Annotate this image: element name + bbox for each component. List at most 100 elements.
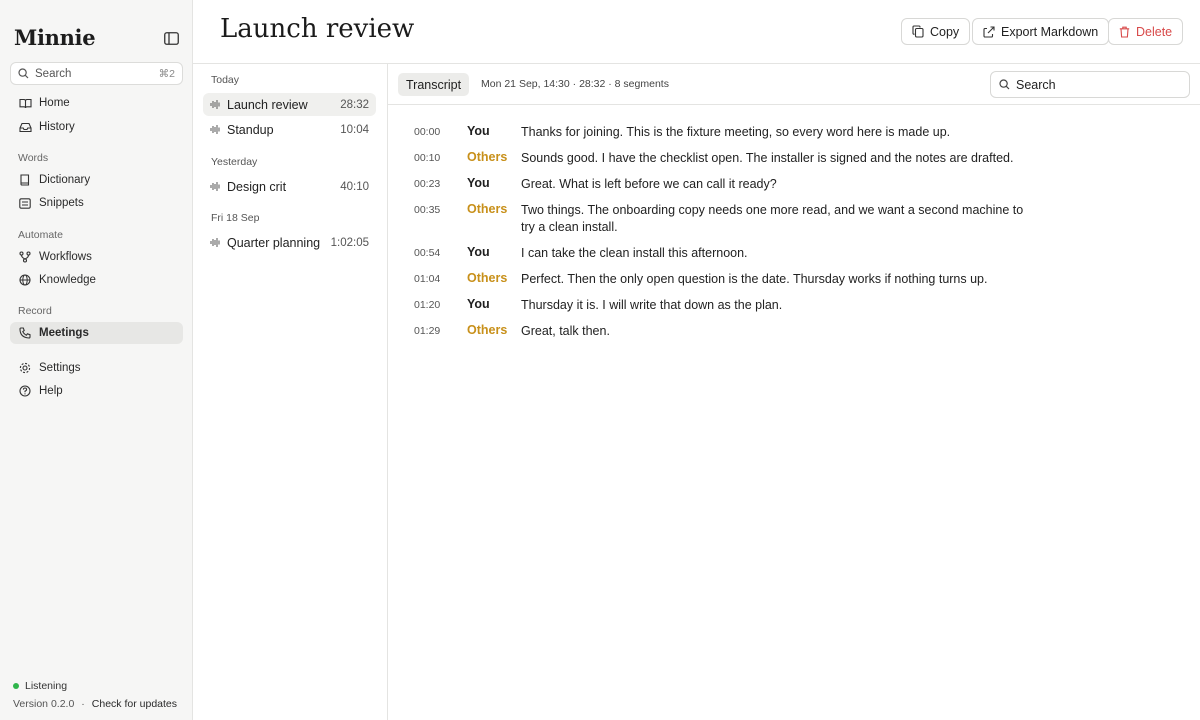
inbox-icon <box>18 120 32 134</box>
segment-text: Great. What is left before we can call i… <box>521 177 777 191</box>
sidebar-item-label: History <box>39 121 75 133</box>
trash-icon <box>1119 26 1130 38</box>
segment-speaker: You <box>467 297 490 311</box>
book-icon <box>18 96 32 110</box>
meeting-name: Design crit <box>227 179 287 194</box>
segment-text: Perfect. Then the only open question is … <box>521 272 988 286</box>
sidebar-item-settings[interactable]: Settings <box>10 357 183 379</box>
meeting-name: Launch review <box>227 97 308 112</box>
export-markdown-button[interactable]: Export Markdown <box>972 18 1110 45</box>
meeting-name: Quarter planning <box>227 235 321 250</box>
sidebar-item-knowledge[interactable]: Knowledge <box>10 269 183 291</box>
segment-speaker: Others <box>467 202 508 216</box>
segment-time: 00:35 <box>414 204 441 216</box>
transcript-search[interactable] <box>990 71 1190 98</box>
page-title: Launch review <box>220 14 415 44</box>
delete-button-label: Delete <box>1136 24 1173 39</box>
app-logo: Minnie <box>14 25 96 50</box>
check-updates-link[interactable]: Check for updates <box>92 698 177 710</box>
phone-icon <box>18 326 32 340</box>
meeting-item-quarter-planning[interactable]: Quarter planning 1:02:05 <box>203 231 376 254</box>
segment-speaker: Others <box>467 271 508 285</box>
meeting-name: Standup <box>227 122 274 137</box>
sidebar-item-workflows[interactable]: Workflows <box>10 246 183 268</box>
sidebar-item-help[interactable]: Help <box>10 380 183 402</box>
segment-text: Thanks for joining. This is the fixture … <box>521 125 951 139</box>
sidebar-item-label: Home <box>39 97 70 109</box>
sidebar-item-history[interactable]: History <box>10 116 183 138</box>
sidebar-item-label: Workflows <box>39 251 92 263</box>
sidebar: Minnie Search ⌘2 Home History Words Dict… <box>0 0 193 720</box>
sidebar-item-home[interactable]: Home <box>10 92 183 114</box>
copy-button-label: Copy <box>930 24 960 39</box>
sidebar-item-label: Meetings <box>39 327 89 339</box>
search-icon <box>999 79 1010 90</box>
status-dot <box>13 683 19 689</box>
segment-text: I can take the clean install this aftern… <box>521 246 748 260</box>
sidebar-search-label: Search <box>35 67 72 80</box>
sidebar-item-meetings[interactable]: Meetings <box>10 322 183 344</box>
group-label-today: Today <box>211 74 240 86</box>
sidebar-item-label: Dictionary <box>39 174 91 186</box>
search-icon <box>18 68 29 79</box>
waveform-icon <box>210 181 221 192</box>
transcript-meta: Mon 21 Sep, 14:30 · 28:32 · 8 segments <box>481 78 669 90</box>
book-icon <box>18 173 32 187</box>
meeting-item-launch-review[interactable]: Launch review 28:32 <box>203 93 376 116</box>
segment-speaker: You <box>467 124 490 138</box>
waveform-icon <box>210 99 221 110</box>
segment-time: 01:04 <box>414 273 441 285</box>
segment-speaker: Others <box>467 150 508 164</box>
segment-speaker: You <box>467 176 490 190</box>
segment-time: 01:20 <box>414 299 441 311</box>
segment-text: Sounds good. I have the checklist open. … <box>521 151 1014 165</box>
sidebar-item-label: Help <box>39 385 63 397</box>
section-words: Words <box>18 152 49 164</box>
segment-time: 00:23 <box>414 178 441 190</box>
segment-speaker: You <box>467 245 490 259</box>
waveform-icon <box>210 124 221 135</box>
help-icon <box>18 384 32 398</box>
segment-time: 01:29 <box>414 325 441 337</box>
export-icon <box>983 25 995 38</box>
meeting-duration: 10:04 <box>340 123 369 136</box>
sidebar-item-dictionary[interactable]: Dictionary <box>10 169 183 191</box>
segment-text: Great, talk then. <box>521 324 610 338</box>
segment-text: Thursday it is. I will write that down a… <box>521 298 783 312</box>
section-record: Record <box>18 305 52 317</box>
gear-icon <box>18 361 32 375</box>
transcript-search-input[interactable] <box>1016 77 1176 92</box>
waveform-icon <box>210 237 221 248</box>
workflow-icon <box>18 250 32 264</box>
segment-time: 00:10 <box>414 152 441 164</box>
meeting-item-design-crit[interactable]: Design crit 40:10 <box>203 175 376 198</box>
delete-button[interactable]: Delete <box>1108 18 1184 45</box>
sidebar-toggle-icon[interactable] <box>163 30 180 47</box>
group-label-yesterday: Yesterday <box>211 156 258 168</box>
segment-text: Two things. The onboarding copy needs on… <box>521 203 1024 234</box>
copy-button[interactable]: Copy <box>901 18 971 45</box>
globe-icon <box>18 273 32 287</box>
transcript-divider <box>388 104 1200 105</box>
search-shortcut: ⌘2 <box>158 67 175 80</box>
sidebar-item-label: Snippets <box>39 197 84 209</box>
version-footer: Version 0.2.0 · Check for updates <box>13 698 177 710</box>
sidebar-search[interactable]: Search ⌘2 <box>10 62 183 85</box>
segment-speaker: Others <box>467 323 508 337</box>
segment-time: 00:54 <box>414 247 441 259</box>
meetings-list: Today Launch review 28:32 Standup 10:04 … <box>193 64 388 720</box>
meeting-item-standup[interactable]: Standup 10:04 <box>203 118 376 141</box>
meeting-duration: 28:32 <box>340 98 369 111</box>
group-label-fri-18-sep: Fri 18 Sep <box>211 212 260 224</box>
export-button-label: Export Markdown <box>1001 24 1099 39</box>
sidebar-item-label: Settings <box>39 362 81 374</box>
footer-separator: · <box>81 698 85 710</box>
section-automate: Automate <box>18 229 63 241</box>
listening-status: Listening <box>13 680 67 692</box>
status-label: Listening <box>25 680 68 692</box>
sidebar-item-label: Knowledge <box>39 274 96 286</box>
meeting-duration: 1:02:05 <box>330 236 369 249</box>
tab-transcript[interactable]: Transcript <box>398 73 470 96</box>
meeting-duration: 40:10 <box>340 180 369 193</box>
sidebar-item-snippets[interactable]: Snippets <box>10 192 183 214</box>
